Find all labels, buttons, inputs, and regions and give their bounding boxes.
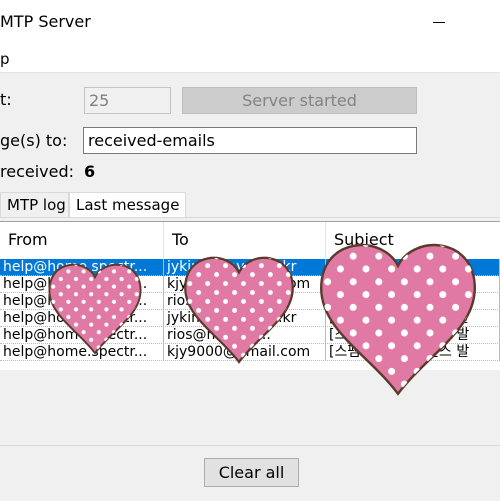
- cell-from: help@home.spectr...: [0, 344, 164, 361]
- tab-smtp-log[interactable]: MTP log: [0, 192, 69, 217]
- cell-to: rios@naver.com: [164, 293, 326, 310]
- save-folder-field[interactable]: received-emails: [83, 127, 417, 154]
- cell-to: jykim@naver.co.kr: [164, 259, 326, 276]
- column-to[interactable]: To: [164, 222, 326, 258]
- clear-all-button[interactable]: Clear all: [204, 458, 299, 487]
- cell-subject: [스팸 차단] 라이선스 발: [326, 344, 500, 361]
- cell-subject: [스팸 차단] 라이선스 발: [326, 293, 500, 310]
- cell-from: help@home.spectr...: [0, 293, 164, 310]
- save-to-label: ge(s) to:: [0, 131, 68, 150]
- minimize-icon[interactable]: [433, 22, 445, 23]
- received-label: received:: [0, 162, 75, 181]
- cell-subject: [스팸 차단] 라이선스 발: [326, 327, 500, 344]
- column-from[interactable]: From: [0, 222, 164, 258]
- table-row[interactable]: help@home.spectr... kjy9000@gmail.com [스…: [0, 276, 500, 293]
- cell-from: help@home.spectr...: [0, 276, 164, 293]
- port-label: t:: [0, 90, 12, 109]
- menu-help[interactable]: p: [0, 50, 10, 68]
- menu-bar: p: [0, 46, 500, 73]
- received-count: 6: [84, 162, 96, 181]
- title-bar: MTP Server: [0, 0, 500, 46]
- table-row[interactable]: help@home.spectr... rios@naver.com [스팸 차…: [0, 293, 500, 310]
- table-row[interactable]: help@home.spectr... rios@naver.c... [스팸 …: [0, 327, 500, 344]
- table-row[interactable]: help@home.spectr... jykim@naver.co.kr [스…: [0, 310, 500, 327]
- email-table[interactable]: From To Subject help@home.spectr... jyki…: [0, 221, 500, 370]
- cell-from: help@home.spectr...: [0, 310, 164, 327]
- server-started-button: Server started: [182, 87, 417, 114]
- cell-to: kjy9000@gmail.com: [164, 276, 326, 293]
- column-subject[interactable]: Subject: [326, 222, 500, 258]
- window-title: MTP Server: [0, 12, 91, 31]
- cell-from: help@home.spectr...: [0, 259, 164, 276]
- port-field: 25: [84, 87, 171, 114]
- table-row[interactable]: help@home.spectr... kjy9000@gmail.com [스…: [0, 344, 500, 361]
- cell-to: kjy9000@gmail.com: [164, 344, 326, 361]
- cell-to: rios@naver.c...: [164, 327, 326, 344]
- cell-to: jykim@naver.co.kr: [164, 310, 326, 327]
- table-header: From To Subject: [0, 222, 500, 258]
- cell-from: help@home.spectr...: [0, 327, 164, 344]
- table-row[interactable]: help@home.spectr... jykim@naver.co.kr [스…: [0, 259, 500, 276]
- cell-subject: [스팸 차단] 라이선스 발: [326, 259, 500, 276]
- cell-subject: [스팸 차단] 라이선스 발: [326, 310, 500, 327]
- cell-subject: [스팸 차단] 라이선스 발: [326, 276, 500, 293]
- tab-last-message[interactable]: Last message: [69, 192, 186, 217]
